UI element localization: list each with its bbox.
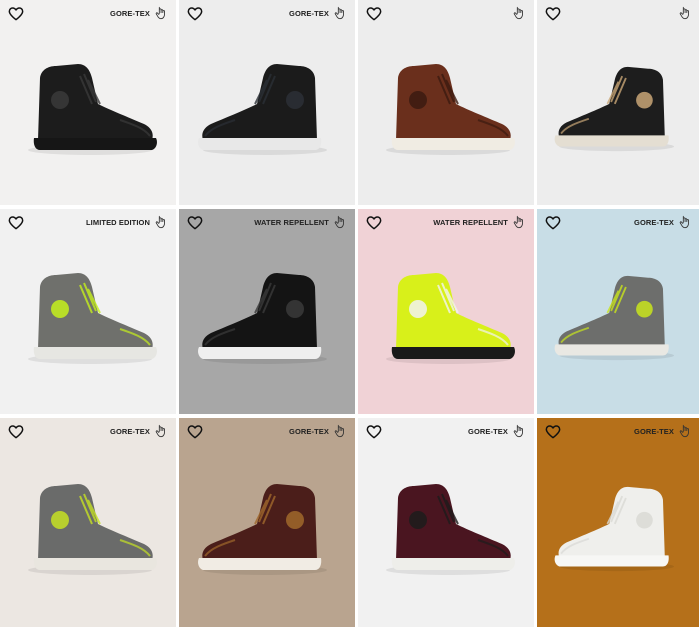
- product-badge: LIMITED EDITION: [86, 218, 150, 227]
- product-badge: GORE-TEX: [634, 218, 674, 227]
- shoe-sole: [33, 138, 157, 150]
- shoe-sole: [198, 138, 322, 150]
- product-image[interactable]: [537, 418, 699, 627]
- heart-outline-icon[interactable]: [545, 215, 561, 231]
- hand-pointer-icon[interactable]: [334, 215, 347, 229]
- hand-pointer-icon[interactable]: [155, 6, 168, 20]
- product-badge: GORE-TEX: [289, 427, 329, 436]
- shoe-sole: [198, 347, 322, 359]
- product-badge: GORE-TEX: [110, 9, 150, 18]
- hand-pointer-icon[interactable]: [334, 6, 347, 20]
- shoe-sole: [33, 347, 157, 359]
- product-card[interactable]: [358, 0, 534, 205]
- product-badge: GORE-TEX: [289, 9, 329, 18]
- product-image[interactable]: [0, 418, 176, 627]
- product-badge: GORE-TEX: [634, 427, 674, 436]
- product-card[interactable]: GORE-TEX: [179, 418, 355, 627]
- heart-outline-icon[interactable]: [8, 215, 24, 231]
- hand-pointer-icon[interactable]: [679, 215, 692, 229]
- heart-outline-icon[interactable]: [366, 424, 382, 440]
- shoe-sole: [391, 347, 515, 359]
- product-image[interactable]: [0, 0, 176, 205]
- product-card[interactable]: GORE-TEX: [179, 0, 355, 205]
- product-badge: WATER REPELLENT: [254, 218, 329, 227]
- heart-outline-icon[interactable]: [8, 6, 24, 22]
- shoe-sole: [198, 558, 322, 570]
- heart-outline-icon[interactable]: [366, 6, 382, 22]
- shoe-sole: [391, 138, 515, 150]
- shoe-sole: [33, 558, 157, 570]
- hand-pointer-icon[interactable]: [155, 424, 168, 438]
- product-card[interactable]: GORE-TEX: [0, 0, 176, 205]
- product-badge: GORE-TEX: [468, 427, 508, 436]
- heart-outline-icon[interactable]: [187, 215, 203, 231]
- product-image[interactable]: [358, 209, 534, 414]
- heart-outline-icon[interactable]: [187, 424, 203, 440]
- product-image[interactable]: [358, 0, 534, 205]
- heart-outline-icon[interactable]: [187, 6, 203, 22]
- heart-outline-icon[interactable]: [366, 215, 382, 231]
- hand-pointer-icon[interactable]: [679, 424, 692, 438]
- product-card[interactable]: GORE-TEX: [358, 418, 534, 627]
- product-card[interactable]: LIMITED EDITION: [0, 209, 176, 414]
- hand-pointer-icon[interactable]: [513, 215, 526, 229]
- shoe-sole: [391, 558, 515, 570]
- shoe-sole: [554, 555, 669, 567]
- product-badge: GORE-TEX: [110, 427, 150, 436]
- product-image[interactable]: [0, 209, 176, 414]
- product-image[interactable]: [358, 418, 534, 627]
- product-badge: WATER REPELLENT: [433, 218, 508, 227]
- heart-outline-icon[interactable]: [545, 424, 561, 440]
- product-card[interactable]: GORE-TEX: [537, 418, 699, 627]
- heart-outline-icon[interactable]: [8, 424, 24, 440]
- product-image[interactable]: [179, 209, 355, 414]
- heart-outline-icon[interactable]: [545, 6, 561, 22]
- product-card[interactable]: GORE-TEX: [537, 209, 699, 414]
- product-card[interactable]: GORE-TEX: [0, 418, 176, 627]
- product-grid: GORE-TEX GORE-TEX LIMITED EDITION WATER …: [0, 0, 699, 629]
- shoe-sole: [554, 344, 669, 356]
- hand-pointer-icon[interactable]: [334, 424, 347, 438]
- product-card[interactable]: [537, 0, 699, 205]
- hand-pointer-icon[interactable]: [155, 215, 168, 229]
- product-image[interactable]: [537, 0, 699, 205]
- hand-pointer-icon[interactable]: [513, 424, 526, 438]
- product-card[interactable]: WATER REPELLENT: [179, 209, 355, 414]
- product-image[interactable]: [537, 209, 699, 414]
- shoe-sole: [554, 135, 669, 147]
- product-image[interactable]: [179, 0, 355, 205]
- product-card[interactable]: WATER REPELLENT: [358, 209, 534, 414]
- hand-pointer-icon[interactable]: [513, 6, 526, 20]
- hand-pointer-icon[interactable]: [679, 6, 692, 20]
- product-image[interactable]: [179, 418, 355, 627]
